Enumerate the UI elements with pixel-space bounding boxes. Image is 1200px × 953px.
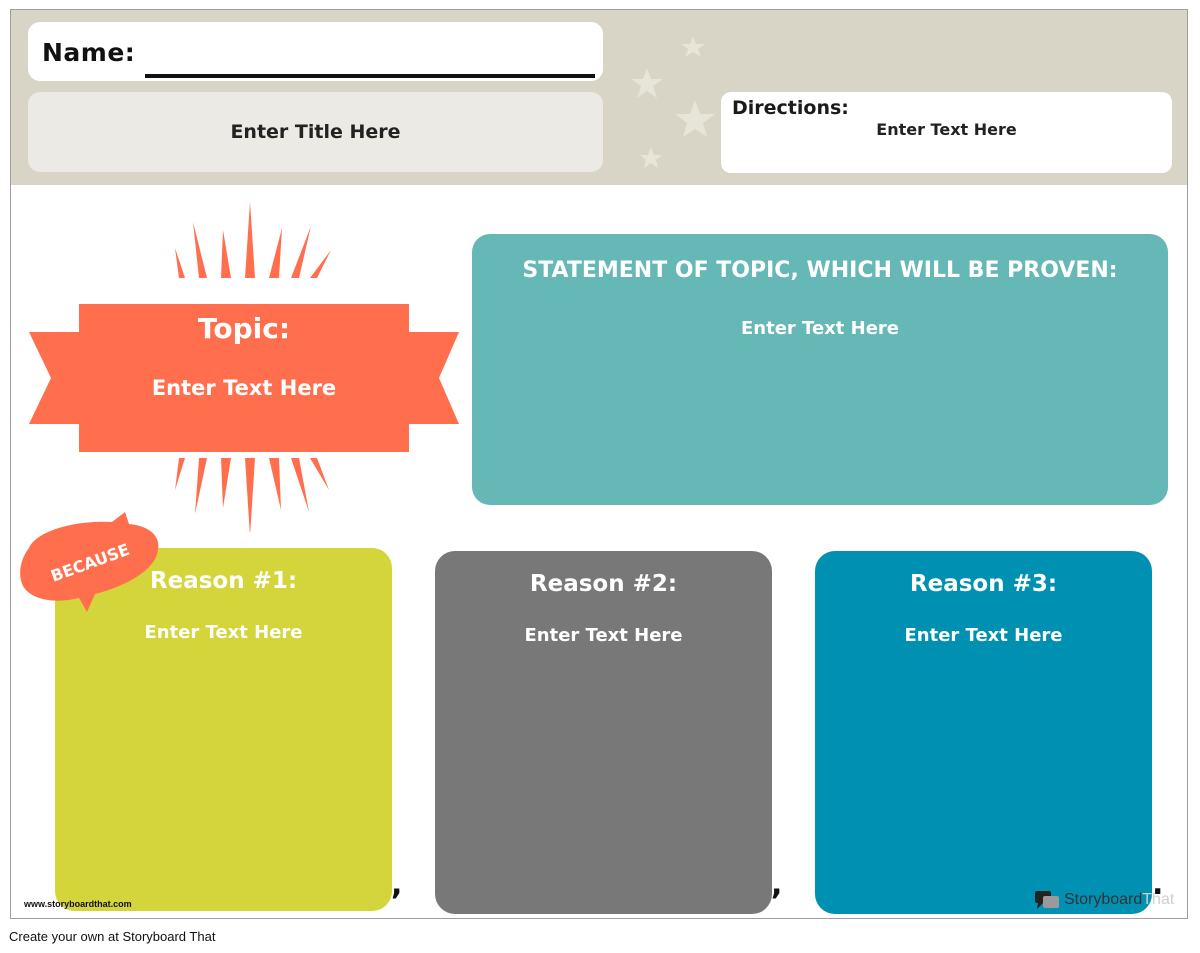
star-icon [640,147,662,168]
star-icon [681,36,705,57]
star-icon [675,100,715,137]
reason-text: Enter Text Here [524,625,683,646]
storyboard-that-logo: Storyboard That [1034,888,1174,912]
star-icon [631,68,663,98]
title-text: Enter Title Here [230,121,401,143]
reason-card-2[interactable]: Reason #2: Enter Text Here [435,551,772,914]
reason-text: Enter Text Here [904,625,1063,646]
directions-text: Enter Text Here [876,120,1017,139]
name-label: Name: [42,38,136,67]
top-rays [175,202,331,278]
because-badge: BECAUSE [20,512,159,612]
speech-bubble-icon [1035,891,1059,909]
page: Name: Enter Title Here Directions: Enter… [0,0,1200,953]
logo-word-storyboard: Storyboard [1064,891,1143,908]
footer-caption[interactable]: Create your own at Storyboard That [9,929,215,944]
header-band: Name: Enter Title Here Directions: Enter… [11,10,1187,185]
logo-word-that: That [1142,891,1175,908]
name-line[interactable] [145,74,595,78]
reason-title: Reason #2: [529,571,678,597]
statement-heading: STATEMENT OF TOPIC, WHICH WILL BE PROVEN… [522,258,1118,283]
name-card: Name: [28,22,603,81]
worksheet: Name: Enter Title Here Directions: Enter… [10,9,1188,919]
ribbon-right-tail [401,332,459,424]
topic-label: Topic: [197,312,291,345]
reason-text: Enter Text Here [144,622,303,643]
reason-card-3[interactable]: Reason #3: Enter Text Here [815,551,1152,914]
reason-title: Reason #3: [909,571,1058,597]
bottom-rays [175,458,329,532]
reason-1-punctuation: , [391,867,403,902]
topic-text[interactable]: Enter Text Here [79,376,409,400]
directions-card[interactable]: Directions: Enter Text Here [721,92,1172,173]
statement-card[interactable]: STATEMENT OF TOPIC, WHICH WILL BE PROVEN… [472,234,1168,505]
reason-2-punctuation: , [771,867,783,902]
directions-label: Directions: [732,97,849,119]
stars-decoration [631,36,715,168]
statement-text: Enter Text Here [740,318,899,339]
website-text: www.storyboardthat.com [24,899,132,909]
topic-burst [29,202,459,532]
title-field[interactable]: Enter Title Here [28,92,603,172]
